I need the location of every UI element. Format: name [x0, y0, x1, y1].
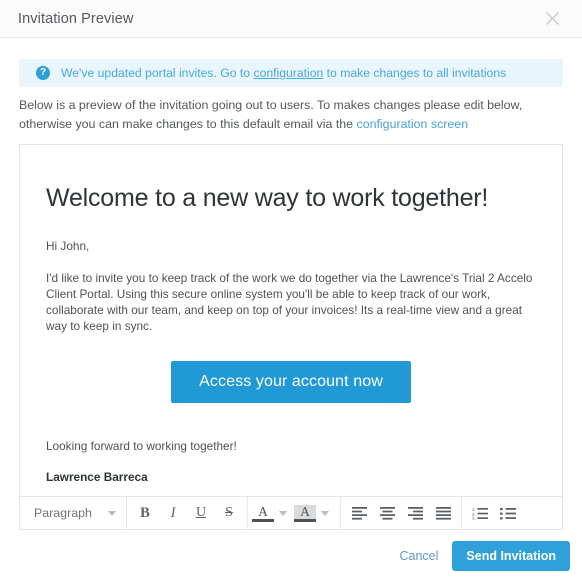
strikethrough-button[interactable]: S — [215, 498, 243, 529]
numbered-list-icon: 1 2 3 — [472, 507, 488, 520]
toolbar-group-color: A A — [248, 497, 341, 529]
underline-icon: U — [195, 505, 207, 520]
question-mark-icon: ? — [36, 66, 50, 80]
cancel-button[interactable]: Cancel — [399, 549, 438, 563]
align-right-button[interactable] — [401, 498, 429, 529]
align-left-button[interactable] — [345, 498, 373, 529]
strikethrough-icon: S — [225, 505, 233, 520]
info-banner: ? We've updated portal invites. Go to co… — [19, 59, 563, 87]
bullet-list-icon — [500, 507, 516, 519]
align-left-icon — [351, 506, 367, 520]
email-closing: Looking forward to working together! — [46, 439, 237, 453]
ordered-list-button[interactable]: 1 2 3 — [466, 498, 494, 529]
text-color-button[interactable]: A — [252, 504, 294, 522]
background-color-button[interactable]: A — [294, 504, 336, 522]
bold-button[interactable]: B — [131, 498, 159, 529]
chevron-down-icon — [108, 510, 116, 516]
paragraph-format-select[interactable]: Paragraph — [24, 497, 122, 529]
align-center-icon — [379, 506, 395, 520]
underline-button[interactable]: U — [187, 498, 215, 529]
editor-toolbar: Paragraph B I U S A A 1 2 3 — [19, 497, 563, 530]
toolbar-group-style: B I U S — [127, 497, 248, 529]
align-justify-icon — [435, 506, 451, 520]
close-icon[interactable] — [540, 7, 564, 31]
paragraph-format-value: Paragraph — [34, 506, 92, 520]
bold-icon: B — [140, 504, 150, 521]
info-banner-text-before: We've updated portal invites. Go to — [61, 66, 254, 80]
chevron-down-icon[interactable] — [321, 510, 329, 516]
configuration-link[interactable]: configuration — [253, 66, 323, 80]
toolbar-group-lists: 1 2 3 — [462, 497, 526, 529]
modal-header: Invitation Preview — [0, 0, 582, 38]
page-title: Invitation Preview — [18, 10, 134, 27]
unordered-list-button[interactable] — [494, 498, 522, 529]
toolbar-group-align — [341, 497, 462, 529]
italic-button[interactable]: I — [159, 498, 187, 529]
email-signature: Lawrence Barreca — [46, 470, 148, 484]
email-cta-wrapper: Access your account now — [46, 361, 536, 403]
text-color-icon: A — [252, 504, 274, 522]
info-banner-text-after: to make changes to all invitations — [323, 66, 507, 80]
svg-text:3: 3 — [472, 516, 475, 520]
email-preview-box: Welcome to a new way to work together! H… — [19, 144, 563, 497]
access-your-account-button[interactable]: Access your account now — [171, 361, 411, 403]
align-justify-button[interactable] — [429, 498, 457, 529]
background-color-icon: A — [294, 504, 316, 522]
chevron-down-icon[interactable] — [279, 510, 287, 516]
email-greeting: Hi John, — [46, 239, 90, 253]
info-banner-text: We've updated portal invites. Go to conf… — [61, 66, 506, 80]
italic-icon: I — [170, 504, 176, 521]
configuration-screen-link[interactable]: configuration screen — [357, 117, 469, 131]
modal-body: ? We've updated portal invites. Go to co… — [0, 38, 582, 530]
email-body-paragraph: I'd like to invite you to keep track of … — [46, 271, 533, 333]
email-heading: Welcome to a new way to work together! — [46, 184, 489, 212]
toolbar-group-format: Paragraph — [20, 497, 127, 529]
align-center-button[interactable] — [373, 498, 401, 529]
modal-footer: Cancel Send Invitation — [0, 530, 582, 582]
align-right-icon — [407, 506, 423, 520]
preview-description: Below is a preview of the invitation goi… — [19, 96, 563, 134]
send-invitation-button[interactable]: Send Invitation — [452, 541, 570, 571]
invitation-preview-modal: Invitation Preview ? We've updated porta… — [0, 0, 582, 576]
